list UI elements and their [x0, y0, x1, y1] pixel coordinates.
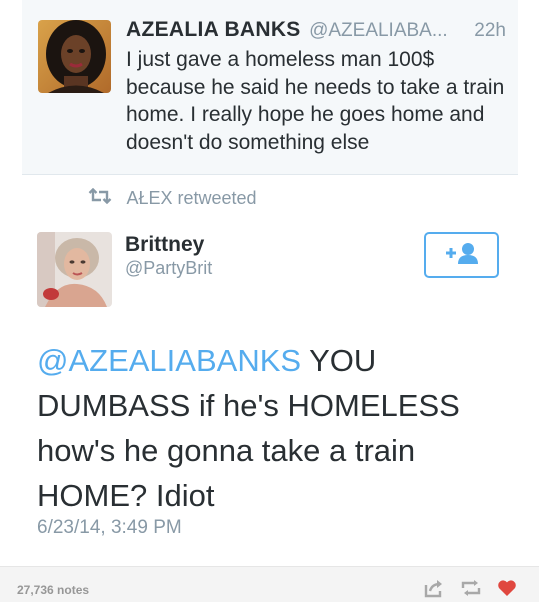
tweet-date[interactable]: 6/23/14, 3:49 PM — [37, 517, 182, 539]
follow-user-icon — [444, 241, 480, 270]
follow-button[interactable] — [424, 232, 499, 278]
quoted-tweet-header: AZEALIA BANKS @AZEALIABA... 22h — [126, 18, 506, 46]
avatar-brittney[interactable] — [37, 232, 112, 307]
quoted-tweet-time[interactable]: 22h — [474, 20, 506, 42]
quoted-author-name[interactable]: AZEALIA BANKS — [126, 18, 301, 41]
tweet-text: @AZEALIABANKS YOU DUMBASS if he's HOMELE… — [37, 338, 507, 518]
like-heart-icon[interactable] — [494, 577, 520, 599]
quoted-tweet-text: I just gave a homeless man 100$ because … — [126, 48, 505, 154]
retweet-context: AŁEX retweeted — [88, 187, 257, 212]
author-name[interactable]: Brittney — [125, 233, 204, 257]
retweet-icon — [88, 187, 112, 209]
share-icon[interactable] — [421, 577, 447, 599]
quoted-tweet[interactable]: AZEALIA BANKS @AZEALIABA... 22h I just g… — [22, 0, 518, 175]
author-handle[interactable]: @PartyBrit — [125, 258, 212, 279]
reblog-icon[interactable] — [458, 577, 484, 599]
notes-count[interactable]: 27,736 notes — [17, 583, 89, 597]
retweet-context-label[interactable]: AŁEX retweeted — [126, 188, 256, 208]
quoted-author-handle[interactable]: @AZEALIABA... — [309, 20, 448, 41]
avatar-azealia[interactable] — [38, 20, 111, 93]
post-footer: 27,736 notes — [0, 566, 539, 602]
mention-link[interactable]: @AZEALIABANKS — [37, 343, 301, 378]
